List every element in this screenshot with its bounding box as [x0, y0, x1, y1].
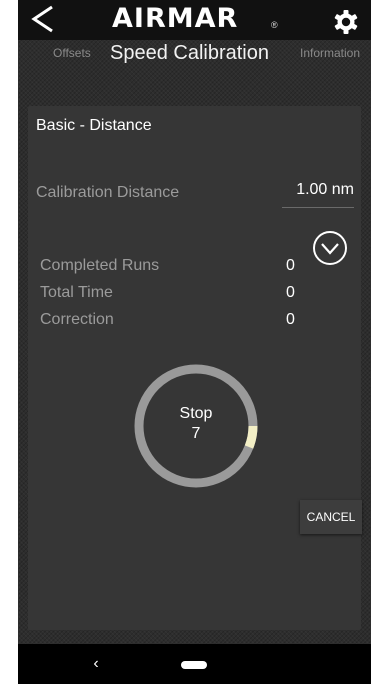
- top-bar: AIRMAR ®: [18, 0, 371, 40]
- completed-runs-value: 0: [286, 257, 295, 274]
- completed-runs-label: Completed Runs: [40, 257, 160, 274]
- system-nav-bar: ‹: [18, 644, 371, 684]
- calibration-distance-label: Calibration Distance: [36, 184, 180, 201]
- gear-icon: [334, 10, 358, 34]
- settings-button[interactable]: [332, 8, 360, 36]
- progress-ring-track: [134, 364, 258, 488]
- total-time-value: 0: [286, 284, 295, 301]
- logo-text: AIRMAR: [112, 3, 239, 34]
- card-title: Basic - Distance: [36, 117, 152, 134]
- system-back-button[interactable]: ‹: [84, 652, 108, 676]
- back-button[interactable]: [26, 2, 60, 36]
- total-time-label: Total Time: [40, 284, 113, 301]
- registered-mark: ®: [271, 20, 279, 30]
- system-home-button[interactable]: [181, 661, 207, 669]
- airmar-logo: AIRMAR ®: [112, 4, 282, 34]
- correction-label: Correction: [40, 311, 114, 328]
- tab-speed-calibration[interactable]: Speed Calibration: [110, 40, 269, 66]
- calibration-card: Basic - Distance Calibration Distance 1.…: [28, 106, 362, 630]
- tab-bar: Offsets Speed Calibration Information: [18, 40, 371, 70]
- chevron-down-circle-icon: [313, 231, 347, 265]
- cancel-button[interactable]: CANCEL: [300, 500, 362, 534]
- correction-value: 0: [286, 311, 295, 328]
- app-screen: AIRMAR ® Offsets Speed Calibration Infor…: [18, 0, 371, 684]
- tab-offsets[interactable]: Offsets: [53, 40, 91, 66]
- expand-button[interactable]: [312, 230, 348, 266]
- stop-button[interactable]: [132, 362, 260, 490]
- tab-information[interactable]: Information: [300, 40, 360, 66]
- chevron-left-icon: [31, 5, 53, 33]
- calibration-distance-input[interactable]: 1.00 nm: [282, 178, 354, 208]
